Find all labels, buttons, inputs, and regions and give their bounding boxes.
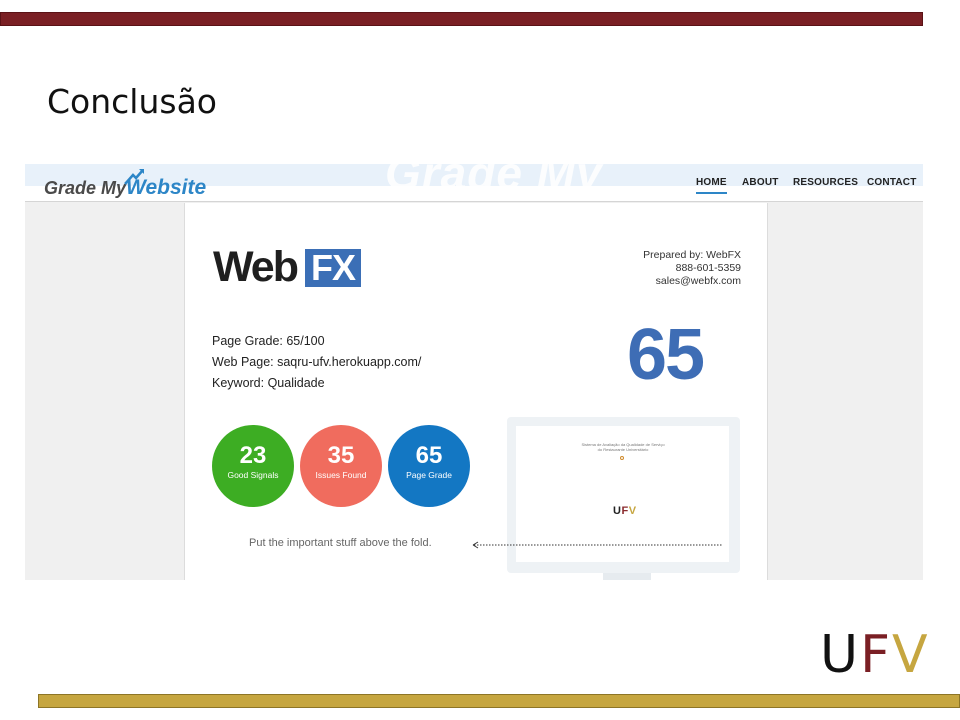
- nav-contact[interactable]: CONTACT: [867, 177, 917, 188]
- monitor-logo-f: F: [621, 505, 629, 517]
- monitor-preview: Sistema de Avaliação da Qualidade de Ser…: [507, 417, 740, 580]
- report-info: Page Grade: 65/100 Web Page: saqru-ufv.h…: [212, 331, 421, 394]
- page-grade-value: 65: [415, 442, 443, 469]
- webfx-logo: Web FX: [213, 243, 361, 291]
- grade-report: Web FX Prepared by: WebFX 888-601-5359 s…: [184, 203, 768, 580]
- page-grade-circle: 65 Page Grade: [388, 425, 470, 507]
- slide-title: Conclusão: [47, 82, 217, 121]
- ufv-logo: UFV: [820, 628, 930, 682]
- big-score: 65: [627, 315, 705, 395]
- brand-part1: Grade My: [44, 178, 127, 198]
- fold-line-arrow-icon: [472, 541, 723, 549]
- good-signals-circle: 23 Good Signals: [212, 425, 294, 507]
- prepared-by: Prepared by: WebFX: [643, 249, 741, 261]
- page-grade-line: Page Grade: 65/100: [212, 334, 325, 348]
- contact-email: sales@webfx.com: [655, 275, 741, 287]
- trend-arrow-icon: [124, 169, 144, 185]
- header-watermark: Grade My: [385, 164, 603, 199]
- ufv-logo-f: F: [860, 625, 892, 685]
- ufv-logo-u: U: [820, 625, 861, 685]
- site-header: Grade My Grade MyWebsite HOME ABOUT RESO…: [25, 164, 923, 202]
- monitor-logo-v: V: [628, 505, 637, 517]
- webfx-logo-fx: FX: [305, 249, 361, 287]
- contact-phone: 888-601-5359: [675, 262, 741, 274]
- nav-resources[interactable]: RESOURCES: [793, 177, 858, 188]
- issues-found-circle: 35 Issues Found: [300, 425, 382, 507]
- good-signals-label: Good Signals: [227, 470, 279, 480]
- fold-text: Put the important stuff above the fold.: [249, 537, 432, 549]
- ufv-logo-v: V: [891, 625, 930, 685]
- webfx-logo-web: Web: [213, 243, 299, 291]
- page-grade-label: Page Grade: [406, 470, 452, 480]
- web-page-line: Web Page: saqru-ufv.herokuapp.com/: [212, 355, 422, 369]
- prepared-by-block: Prepared by: WebFX 888-601-5359 sales@we…: [643, 249, 741, 288]
- issues-found-label: Issues Found: [315, 470, 367, 480]
- monitor-ufv-logo: UFV: [613, 505, 637, 517]
- website-screenshot: Grade My Grade MyWebsite HOME ABOUT RESO…: [25, 164, 923, 580]
- keyword-line: Keyword: Qualidade: [212, 376, 325, 390]
- monitor-caption-line2: do Restaurante Universitário: [597, 447, 649, 452]
- top-accent-bar: [0, 12, 923, 26]
- nav-home[interactable]: HOME: [696, 177, 727, 194]
- monitor-caption: Sistema de Avaliação da Qualidade de Ser…: [568, 442, 678, 452]
- bottom-accent-bar: [38, 694, 960, 708]
- issues-found-value: 35: [327, 442, 355, 469]
- good-signals-value: 23: [239, 442, 267, 469]
- nav-about[interactable]: ABOUT: [742, 177, 779, 188]
- monitor-stand: [603, 573, 651, 580]
- loading-icon: [620, 456, 624, 460]
